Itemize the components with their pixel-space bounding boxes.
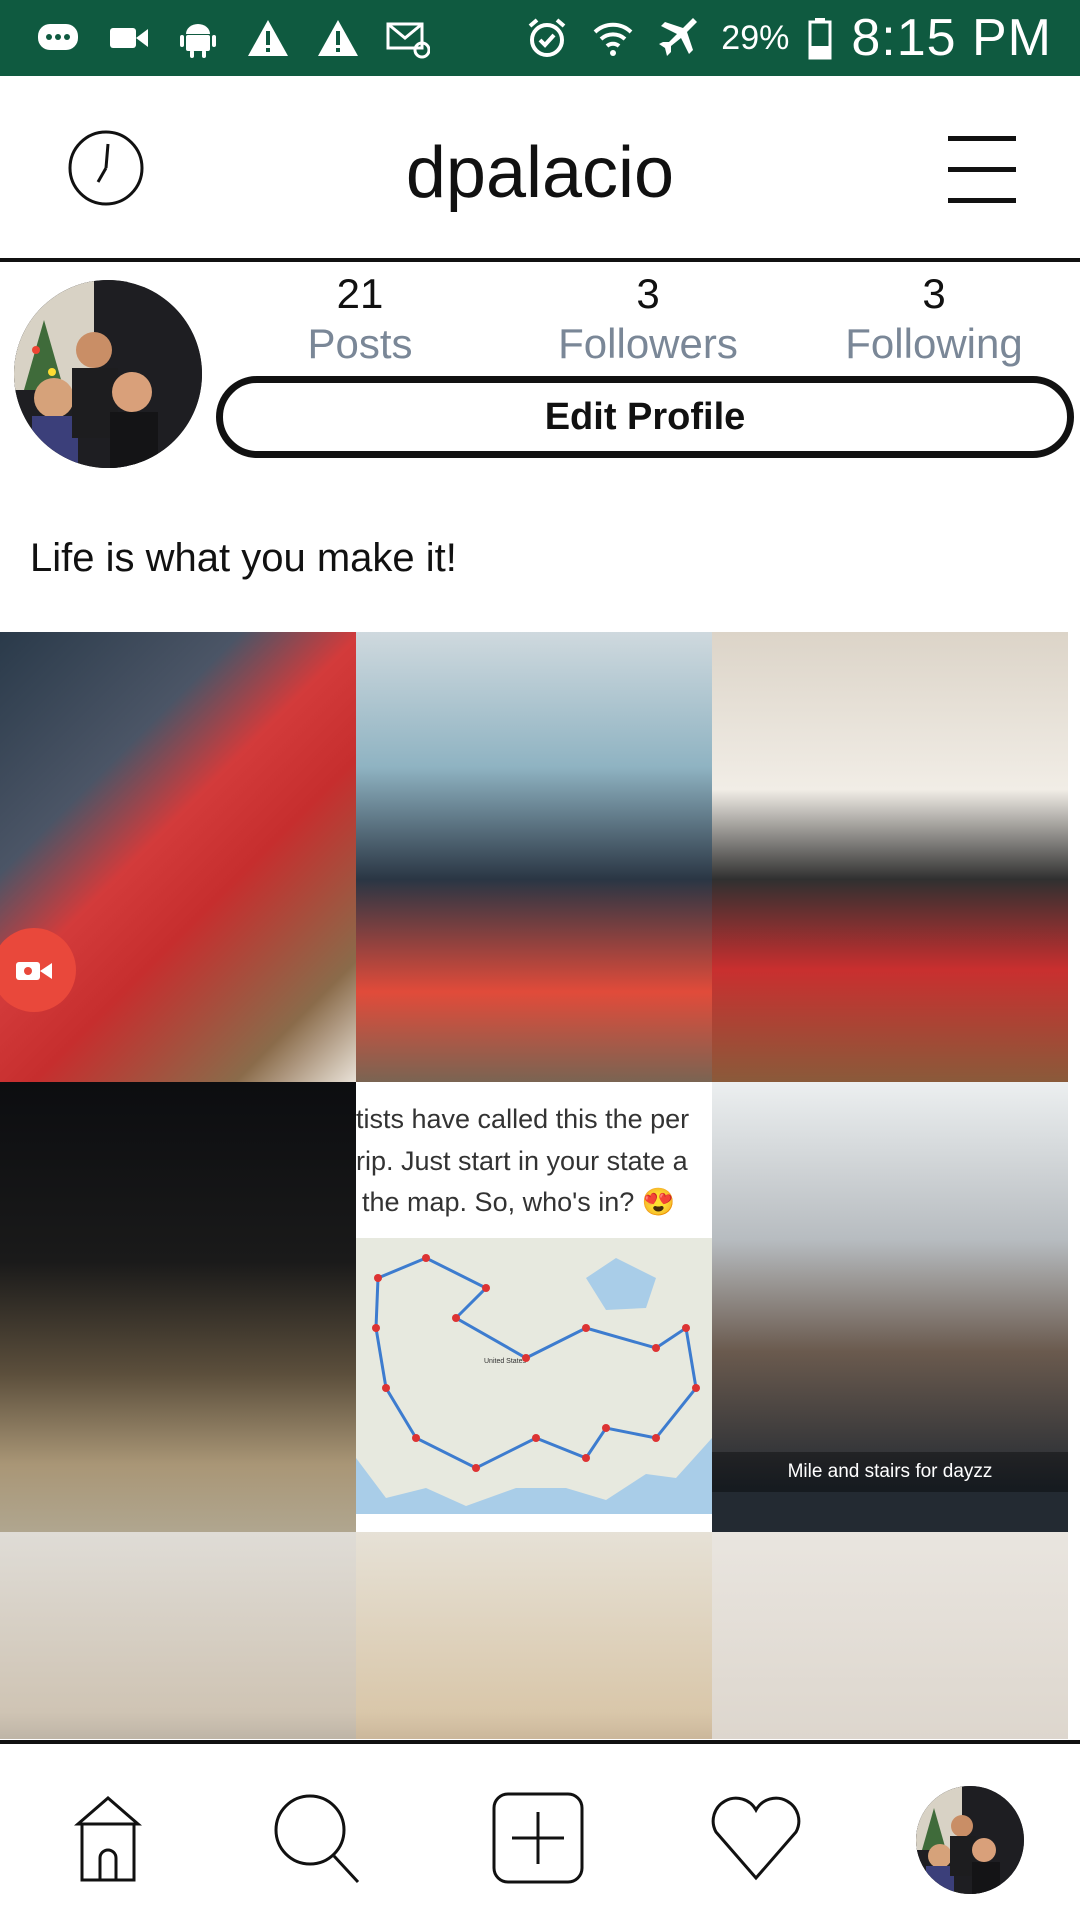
stat-followers[interactable]: 3 Followers bbox=[528, 270, 768, 368]
post-photo bbox=[712, 632, 1068, 1082]
airplane-icon bbox=[655, 16, 703, 60]
wifi-icon bbox=[589, 16, 637, 60]
profile-bio: Life is what you make it! bbox=[30, 536, 457, 580]
bottom-navigation bbox=[0, 1740, 1080, 1924]
grid-post[interactable] bbox=[712, 1532, 1068, 1739]
status-time: 8:15 PM bbox=[851, 9, 1052, 67]
post-photo bbox=[356, 632, 712, 1082]
video-icon bbox=[104, 16, 152, 60]
profile-username: dpalacio bbox=[405, 133, 675, 213]
warning-icon bbox=[314, 16, 362, 60]
warning-icon bbox=[244, 16, 292, 60]
profile-header: dpalacio bbox=[0, 76, 1080, 262]
edit-profile-button[interactable]: Edit Profile bbox=[216, 376, 1074, 458]
stat-following-label: Following bbox=[845, 320, 1023, 367]
post-photo bbox=[0, 1082, 356, 1532]
post-photo bbox=[0, 1532, 356, 1739]
map-label: United States bbox=[484, 1358, 527, 1365]
grid-post[interactable] bbox=[0, 632, 356, 1082]
stat-posts-label: Posts bbox=[307, 320, 413, 367]
search-icon[interactable] bbox=[268, 1788, 368, 1888]
post-text: tists have called this the per rip. Just… bbox=[356, 1082, 712, 1234]
grid-post[interactable] bbox=[712, 632, 1068, 1082]
post-text-line: the map. So, who's in? 😍 bbox=[362, 1187, 676, 1217]
grid-post[interactable]: Mile and stairs for dayzz bbox=[712, 1082, 1068, 1532]
photo-grid: tists have called this the per rip. Just… bbox=[0, 632, 1068, 1739]
map-image: United States bbox=[356, 1238, 712, 1514]
battery-icon bbox=[807, 16, 833, 60]
profile-avatar[interactable] bbox=[916, 1786, 1024, 1894]
stat-following[interactable]: 3 Following bbox=[814, 270, 1054, 368]
add-post-icon[interactable] bbox=[488, 1788, 588, 1888]
stat-followers-label: Followers bbox=[558, 320, 738, 367]
post-photo bbox=[356, 1532, 712, 1739]
grid-post[interactable] bbox=[0, 1082, 356, 1532]
message-icon bbox=[34, 16, 82, 60]
grid-post-map[interactable]: tists have called this the per rip. Just… bbox=[356, 1082, 712, 1532]
post-photo bbox=[712, 1532, 1068, 1739]
grid-post[interactable] bbox=[356, 1532, 712, 1739]
email-icon bbox=[384, 16, 432, 60]
hamburger-menu-icon[interactable] bbox=[948, 136, 1016, 203]
home-icon[interactable] bbox=[58, 1788, 158, 1888]
grid-post[interactable] bbox=[356, 632, 712, 1082]
grid-post[interactable] bbox=[0, 1532, 356, 1739]
stat-posts[interactable]: 21 Posts bbox=[240, 270, 480, 368]
profile-avatar[interactable] bbox=[14, 280, 202, 468]
post-caption: Mile and stairs for dayzz bbox=[712, 1452, 1068, 1492]
post-photo bbox=[0, 632, 356, 1082]
android-icon bbox=[174, 16, 222, 60]
stat-following-count: 3 bbox=[922, 270, 946, 317]
stat-posts-count: 21 bbox=[336, 270, 384, 317]
post-text-line: tists have called this the per bbox=[356, 1104, 690, 1134]
battery-percent: 29% bbox=[721, 18, 790, 57]
status-bar: 29% 8:15 PM bbox=[0, 0, 1080, 76]
alarm-icon bbox=[523, 16, 571, 60]
stat-followers-count: 3 bbox=[636, 270, 660, 317]
heart-icon[interactable] bbox=[706, 1788, 806, 1888]
post-text-line: rip. Just start in your state a bbox=[356, 1146, 688, 1176]
